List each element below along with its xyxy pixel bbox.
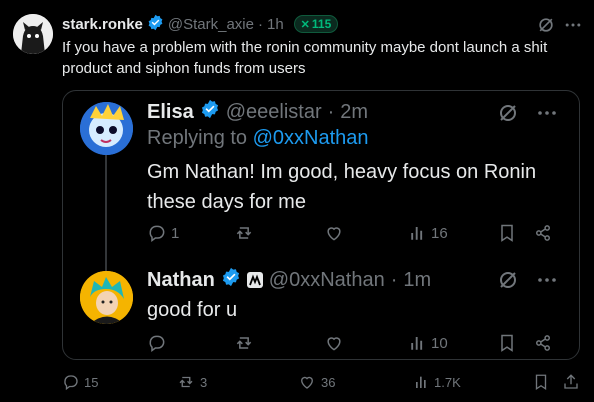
separator-dot: ·	[327, 100, 335, 123]
nathan-post-text: good for u	[147, 299, 238, 321]
reply-button[interactable]: 1	[147, 223, 179, 243]
post-time[interactable]: 1m	[403, 269, 431, 292]
grok-slash-icon[interactable]	[496, 101, 520, 130]
avatar-stark-ronke[interactable]	[13, 14, 53, 54]
separator-dot: ·	[390, 268, 398, 291]
separator-dot: ·	[257, 15, 263, 33]
post-time[interactable]: 1h	[267, 16, 284, 33]
author-name[interactable]: stark.ronke	[62, 16, 143, 33]
post-time[interactable]: 2m	[340, 101, 368, 124]
elisa-post-text: Gm Nathan! Im good, heavy focus on Ronin…	[147, 161, 537, 213]
author-handle[interactable]: @0xxNathan	[269, 269, 385, 292]
close-x-icon: ✕	[300, 18, 310, 31]
more-options-icon[interactable]	[535, 101, 559, 130]
affiliate-badge-icon	[246, 272, 263, 288]
more-options-icon[interactable]	[535, 268, 559, 297]
author-name[interactable]: Nathan	[147, 269, 215, 292]
like-count: 36	[321, 374, 336, 390]
author-handle[interactable]: @Stark_axie	[168, 16, 254, 33]
repost-count: 3	[200, 374, 208, 390]
repost-button[interactable]	[233, 333, 255, 353]
views-button[interactable]: 1.7K	[414, 373, 461, 391]
bookmark-button[interactable]	[532, 373, 550, 391]
share-button[interactable]	[533, 223, 553, 243]
repost-button[interactable]	[233, 223, 255, 243]
share-button[interactable]	[533, 333, 553, 353]
reply-count: 1	[171, 224, 180, 242]
avatar-elisa[interactable]	[80, 102, 133, 155]
reply-button[interactable]	[147, 333, 167, 353]
score-badge: ✕ 115	[293, 15, 339, 33]
bookmark-button[interactable]	[497, 333, 517, 353]
author-handle[interactable]: @eeelistar	[226, 101, 322, 124]
elisa-header: Elisa @eeelistar · 2m	[147, 99, 368, 125]
share-button[interactable]	[562, 373, 580, 391]
views-count: 1.7K	[434, 374, 461, 390]
like-button[interactable]	[323, 223, 345, 243]
views-button[interactable]: 16	[409, 223, 448, 243]
like-button[interactable]	[323, 333, 345, 353]
replying-handle-link[interactable]: @0xxNathan	[253, 127, 369, 149]
verified-badge-icon	[147, 14, 164, 35]
verified-badge-icon	[221, 267, 241, 293]
reply-button[interactable]: 15	[62, 373, 98, 391]
quoted-thread-card[interactable]: Elisa @eeelistar · 2m Replying to @0xxNa…	[62, 90, 580, 360]
author-name[interactable]: Elisa	[147, 101, 194, 124]
reply-count: 15	[84, 374, 99, 390]
like-button[interactable]: 36	[297, 373, 335, 391]
replying-prefix: Replying to	[147, 127, 248, 149]
nathan-header: Nathan @0xxNathan · 1m	[147, 267, 431, 293]
avatar-nathan[interactable]	[80, 271, 133, 324]
score-value: 115	[311, 17, 332, 31]
bookmark-button[interactable]	[497, 223, 517, 243]
views-count: 10	[431, 334, 448, 352]
repost-button[interactable]: 3	[176, 373, 207, 391]
replying-to-line: Replying to @0xxNathan	[147, 127, 369, 150]
grok-slash-icon[interactable]	[496, 268, 520, 297]
views-count: 16	[431, 224, 448, 242]
post-text: If you have a problem with the ronin com…	[62, 39, 548, 77]
verified-badge-icon	[200, 99, 220, 125]
views-button[interactable]: 10	[409, 333, 448, 353]
post-header: stark.ronke @Stark_axie · 1h ✕ 115	[62, 14, 339, 35]
